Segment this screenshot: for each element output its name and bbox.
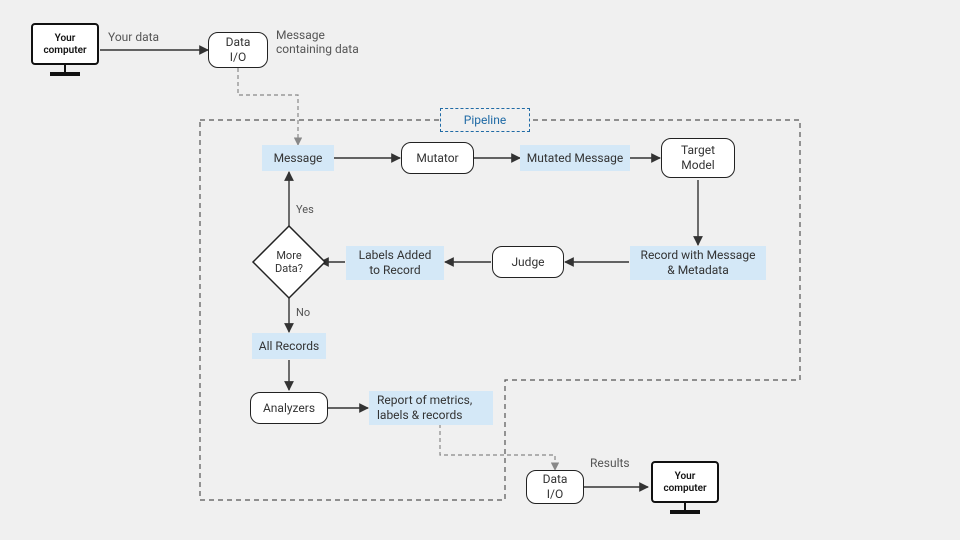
target-model-label: Target Model bbox=[681, 143, 715, 173]
your-computer-2: Yourcomputer bbox=[650, 460, 720, 516]
computer-icon: Yourcomputer bbox=[650, 460, 720, 516]
svg-text:More: More bbox=[276, 249, 302, 262]
mutator-label: Mutator bbox=[416, 151, 458, 166]
no-label: No bbox=[296, 306, 310, 319]
labels-added-label: Labels Added to Record bbox=[359, 248, 432, 278]
labels-added-node: Labels Added to Record bbox=[346, 246, 444, 280]
computer-icon: Yourcomputer bbox=[30, 22, 100, 78]
all-records-label: All Records bbox=[259, 339, 319, 354]
analyzers-label: Analyzers bbox=[263, 401, 315, 416]
diamond-icon: More Data? bbox=[249, 222, 329, 302]
report-node: Report of metrics, labels & records bbox=[369, 391, 493, 425]
your-computer-1: Yourcomputer bbox=[30, 22, 100, 78]
judge-label: Judge bbox=[511, 255, 544, 270]
pipeline-label: Pipeline bbox=[440, 108, 530, 132]
data-io-2: Data I/O bbox=[526, 470, 584, 504]
msg-containing-label: Message containing data bbox=[276, 28, 359, 56]
results-label: Results bbox=[590, 456, 630, 470]
pipeline-text: Pipeline bbox=[464, 113, 506, 128]
target-model-node: Target Model bbox=[661, 138, 735, 178]
record-node: Record with Message & Metadata bbox=[630, 246, 766, 280]
mutated-message-label: Mutated Message bbox=[527, 151, 623, 166]
message-label: Message bbox=[274, 151, 323, 166]
data-io-1: Data I/O bbox=[208, 32, 268, 68]
data-io-2-label: Data I/O bbox=[543, 472, 568, 502]
analyzers-node: Analyzers bbox=[250, 392, 328, 424]
your-data-label: Your data bbox=[108, 30, 159, 44]
connectors bbox=[0, 0, 960, 540]
yes-label: Yes bbox=[296, 203, 314, 216]
judge-node: Judge bbox=[492, 246, 564, 278]
report-label: Report of metrics, labels & records bbox=[377, 393, 472, 423]
data-io-1-label: Data I/O bbox=[226, 35, 251, 65]
mutated-message-node: Mutated Message bbox=[520, 145, 630, 171]
mutator-node: Mutator bbox=[401, 142, 474, 174]
more-data-decision: More Data? bbox=[249, 222, 329, 302]
message-node: Message bbox=[262, 145, 334, 171]
svg-text:Data?: Data? bbox=[275, 262, 303, 275]
record-label: Record with Message & Metadata bbox=[641, 248, 756, 278]
all-records-node: All Records bbox=[252, 333, 326, 359]
